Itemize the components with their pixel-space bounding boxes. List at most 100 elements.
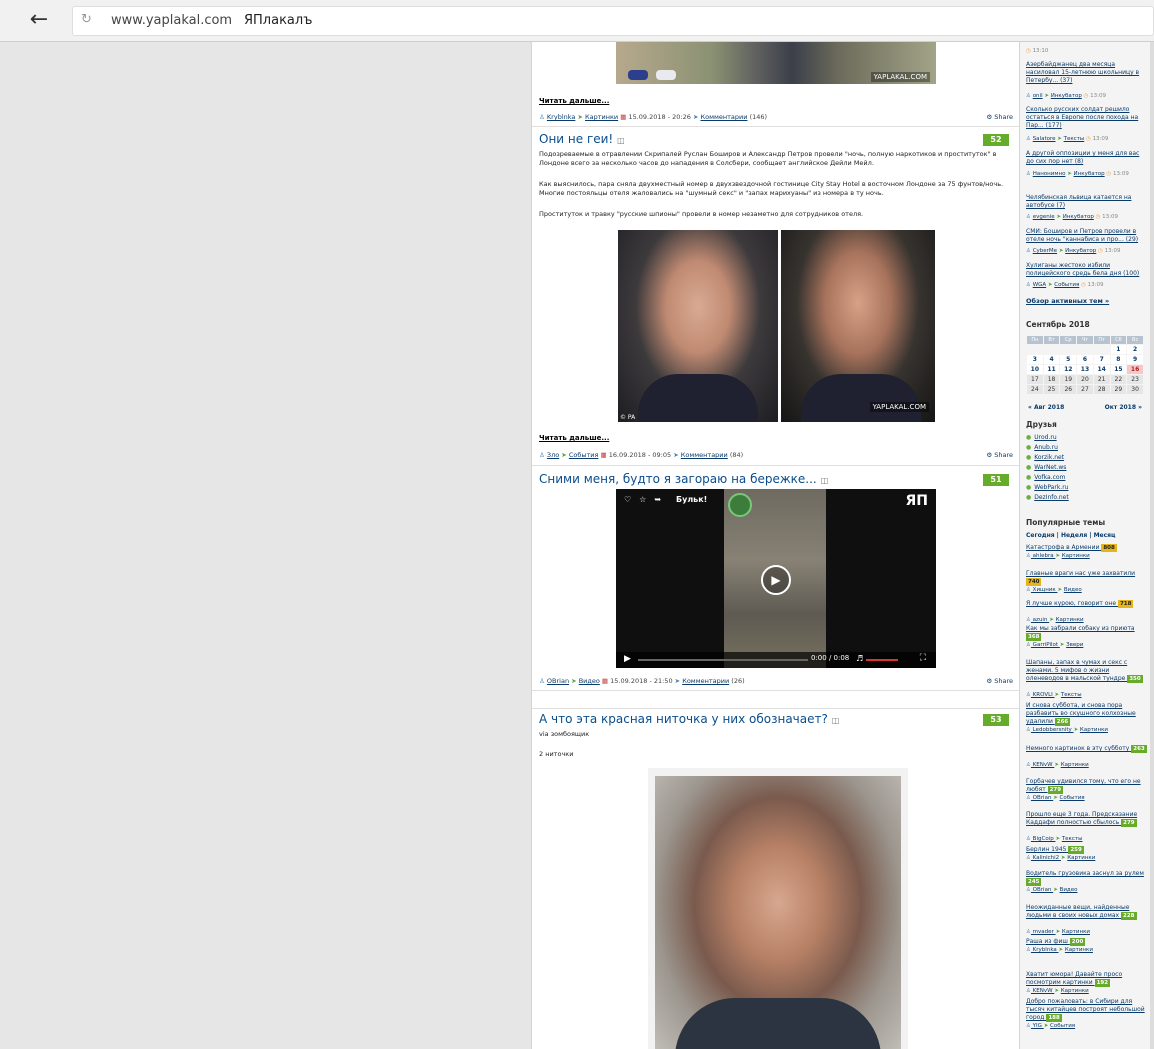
calendar-day[interactable]: 13: [1076, 364, 1094, 375]
calendar-day[interactable]: 7: [1092, 354, 1111, 365]
popular-topic-category[interactable]: Картинки: [1080, 727, 1108, 733]
friend-link[interactable]: ● WarNet.ws: [1026, 464, 1066, 471]
popular-topic-link[interactable]: Неожиданные вещи, найденные людьми в сво…: [1026, 904, 1148, 920]
news-link[interactable]: СМИ: Боширов и Петров провели в отеле но…: [1026, 228, 1146, 244]
star-icon[interactable]: ☆: [639, 495, 646, 504]
news-link[interactable]: Челябинская львица катается на автобусе …: [1026, 194, 1146, 210]
popular-topic-link[interactable]: Прошло еще 3 года. Предсказание Каддафи …: [1026, 811, 1148, 827]
popular-topic-title[interactable]: Водитель грузовика заснул за рулем: [1026, 870, 1144, 877]
popular-topic-category[interactable]: Тексты: [1062, 836, 1083, 842]
news-category[interactable]: Инкубатор: [1074, 171, 1105, 177]
author-link[interactable]: OBrian: [547, 677, 569, 685]
popular-topic-category[interactable]: Картинки: [1065, 947, 1093, 953]
friend-link[interactable]: ● Urod.ru: [1026, 434, 1057, 441]
popular-topic-category[interactable]: Видео: [1060, 887, 1078, 893]
popular-topic-title[interactable]: Катастрофа в Армении: [1026, 544, 1101, 551]
calendar-day[interactable]: 12: [1059, 364, 1078, 375]
popular-topic-category[interactable]: Видео: [1064, 587, 1082, 593]
rating-badge[interactable]: 51: [983, 474, 1009, 486]
post-title[interactable]: А что эта красная ниточка у них обознача…: [539, 712, 839, 726]
popular-topic-link[interactable]: Водитель грузовика заснул за рулем 245: [1026, 870, 1148, 886]
progress-track[interactable]: [638, 659, 808, 661]
friend-link[interactable]: ● DezInfo.net: [1026, 494, 1069, 501]
popular-topic-link[interactable]: Немного картинок в эту субботу 263: [1026, 745, 1148, 753]
calendar-prev-link[interactable]: « Авг 2018: [1028, 404, 1064, 411]
popular-topic-category[interactable]: События: [1050, 1023, 1075, 1029]
friend-name[interactable]: Anub.ru: [1034, 444, 1058, 451]
read-more-link[interactable]: Читать дальше...: [539, 434, 609, 442]
friend-link[interactable]: ● Anub.ru: [1026, 444, 1058, 451]
popular-topic-author[interactable]: azuin: [1031, 617, 1049, 623]
popular-topic-title[interactable]: Раша из фиш: [1026, 938, 1070, 945]
comments-link[interactable]: Комментарии: [681, 451, 728, 459]
popular-topic-title[interactable]: Шапаны, запах в чумах и секс с женами. 5…: [1026, 659, 1127, 682]
post-title[interactable]: Они не геи! ◫: [539, 132, 625, 146]
friend-name[interactable]: WarNet.ws: [1034, 464, 1066, 471]
news-title[interactable]: Хулиганы жестоко избили полицейского сре…: [1026, 262, 1121, 277]
popular-topic-link[interactable]: Раша из фиш 200: [1026, 938, 1148, 946]
post-image-boshirov[interactable]: YAPLAKAL.COM: [781, 230, 935, 422]
popular-topic-link[interactable]: Катастрофа в Армении 808: [1026, 544, 1148, 552]
friend-name[interactable]: WebPark.ru: [1034, 484, 1068, 491]
popular-topic-category[interactable]: Звери: [1066, 642, 1083, 648]
popular-topic-link[interactable]: Добро пожаловать: в Сибири для тысяч кит…: [1026, 998, 1148, 1022]
news-link[interactable]: Азербайджанец два месяца насиловал 15-ле…: [1026, 61, 1146, 85]
post-image-legs[interactable]: YAPLAKAL.COM: [616, 42, 936, 84]
fullscreen-icon[interactable]: ⛶: [920, 653, 926, 663]
news-link[interactable]: Сколько русских солдат решило остаться в…: [1026, 106, 1146, 130]
scrollbar[interactable]: [1150, 42, 1154, 1049]
news-title[interactable]: СМИ: Боширов и Петров провели в отеле но…: [1026, 228, 1136, 243]
news-title[interactable]: Челябинская львица катается на автобусе: [1026, 194, 1131, 209]
post-image-ruslan[interactable]: [655, 776, 901, 1049]
link-icon[interactable]: ◫: [821, 476, 829, 485]
author-link[interactable]: Kryblnka: [547, 113, 575, 121]
play-small-icon[interactable]: ▶: [624, 654, 631, 664]
calendar-day[interactable]: 3: [1026, 354, 1044, 365]
friend-link[interactable]: ● WebPark.ru: [1026, 484, 1068, 491]
address-bar[interactable]: ↻ www.yaplakal.com ЯПлакалъ: [72, 6, 1154, 36]
popular-topic-category[interactable]: Картинки: [1067, 855, 1095, 861]
popular-topic-title[interactable]: Я лучше курою, говорит оне: [1026, 600, 1118, 607]
volume-icon[interactable]: ♬: [856, 654, 863, 663]
author-link[interactable]: Зло: [547, 451, 559, 459]
popular-topic-title[interactable]: Как мы забрали собаку из приюта: [1026, 625, 1135, 632]
post-image-petrov[interactable]: © PA: [618, 230, 778, 422]
calendar-day[interactable]: 9: [1126, 354, 1144, 365]
popular-topic-author[interactable]: BigCoip: [1031, 836, 1056, 842]
popular-topic-author[interactable]: GarriPilot: [1031, 642, 1060, 648]
popular-topic-link[interactable]: И снова суббота, и снова пора разбавить …: [1026, 702, 1148, 726]
popular-topic-author[interactable]: YIG: [1031, 1023, 1044, 1029]
calendar-day[interactable]: 2: [1126, 344, 1144, 355]
play-icon[interactable]: ▶: [761, 565, 791, 595]
popular-topic-author[interactable]: Хищник: [1031, 587, 1058, 593]
friend-link[interactable]: ● Korzik.net: [1026, 454, 1064, 461]
popular-topic-category[interactable]: Картинки: [1062, 553, 1090, 559]
popular-topic-author[interactable]: KENvW: [1031, 762, 1054, 768]
popular-topic-title[interactable]: Неожиданные вещи, найденные людьми в сво…: [1026, 904, 1129, 919]
popular-topic-category[interactable]: Картинки: [1062, 929, 1090, 935]
video-player[interactable]: ♡ ☆ ➥ Бульк! ЯП ▶ ▶ 0:00 / 0:08 ♬ ⛶: [616, 489, 936, 668]
popular-topic-category[interactable]: Картинки: [1061, 988, 1089, 994]
post-title[interactable]: Сними меня, будто я загораю на бережке..…: [539, 472, 828, 486]
post-title-text[interactable]: Они не геи!: [539, 132, 613, 146]
popular-topic-author[interactable]: Ledobbersnity: [1031, 727, 1074, 733]
news-category[interactable]: Тексты: [1064, 136, 1085, 142]
calendar-day[interactable]: 10: [1026, 364, 1044, 375]
popular-tabs[interactable]: Сегодня | Неделя | Месяц: [1026, 532, 1115, 539]
popular-topic-category[interactable]: События: [1060, 795, 1085, 801]
comments-link[interactable]: Комментарии: [700, 113, 747, 121]
popular-topic-author[interactable]: mvader: [1031, 929, 1056, 935]
comments-link[interactable]: Комментарии: [682, 677, 729, 685]
news-link[interactable]: Хулиганы жестоко избили полицейского сре…: [1026, 262, 1146, 278]
category-link[interactable]: Видео: [579, 677, 600, 685]
popular-topic-link[interactable]: Хватит юмора! Давайте просо посмотрим ка…: [1026, 971, 1148, 987]
popular-topic-title[interactable]: Горбачев удивился тому, что его не любят: [1026, 778, 1141, 793]
post-title-text[interactable]: Сними меня, будто я загораю на бережке..…: [539, 472, 817, 486]
popular-topic-title[interactable]: Берлин 1945: [1026, 846, 1068, 853]
news-author[interactable]: evgenie: [1033, 214, 1055, 220]
friend-name[interactable]: DezInfo.net: [1034, 494, 1068, 501]
share-link[interactable]: ⚙ Share: [986, 113, 1013, 121]
popular-topic-link[interactable]: Главные враги нас уже захватили 740: [1026, 570, 1148, 586]
rating-badge[interactable]: 52: [983, 134, 1009, 146]
news-author[interactable]: onil: [1033, 93, 1043, 99]
